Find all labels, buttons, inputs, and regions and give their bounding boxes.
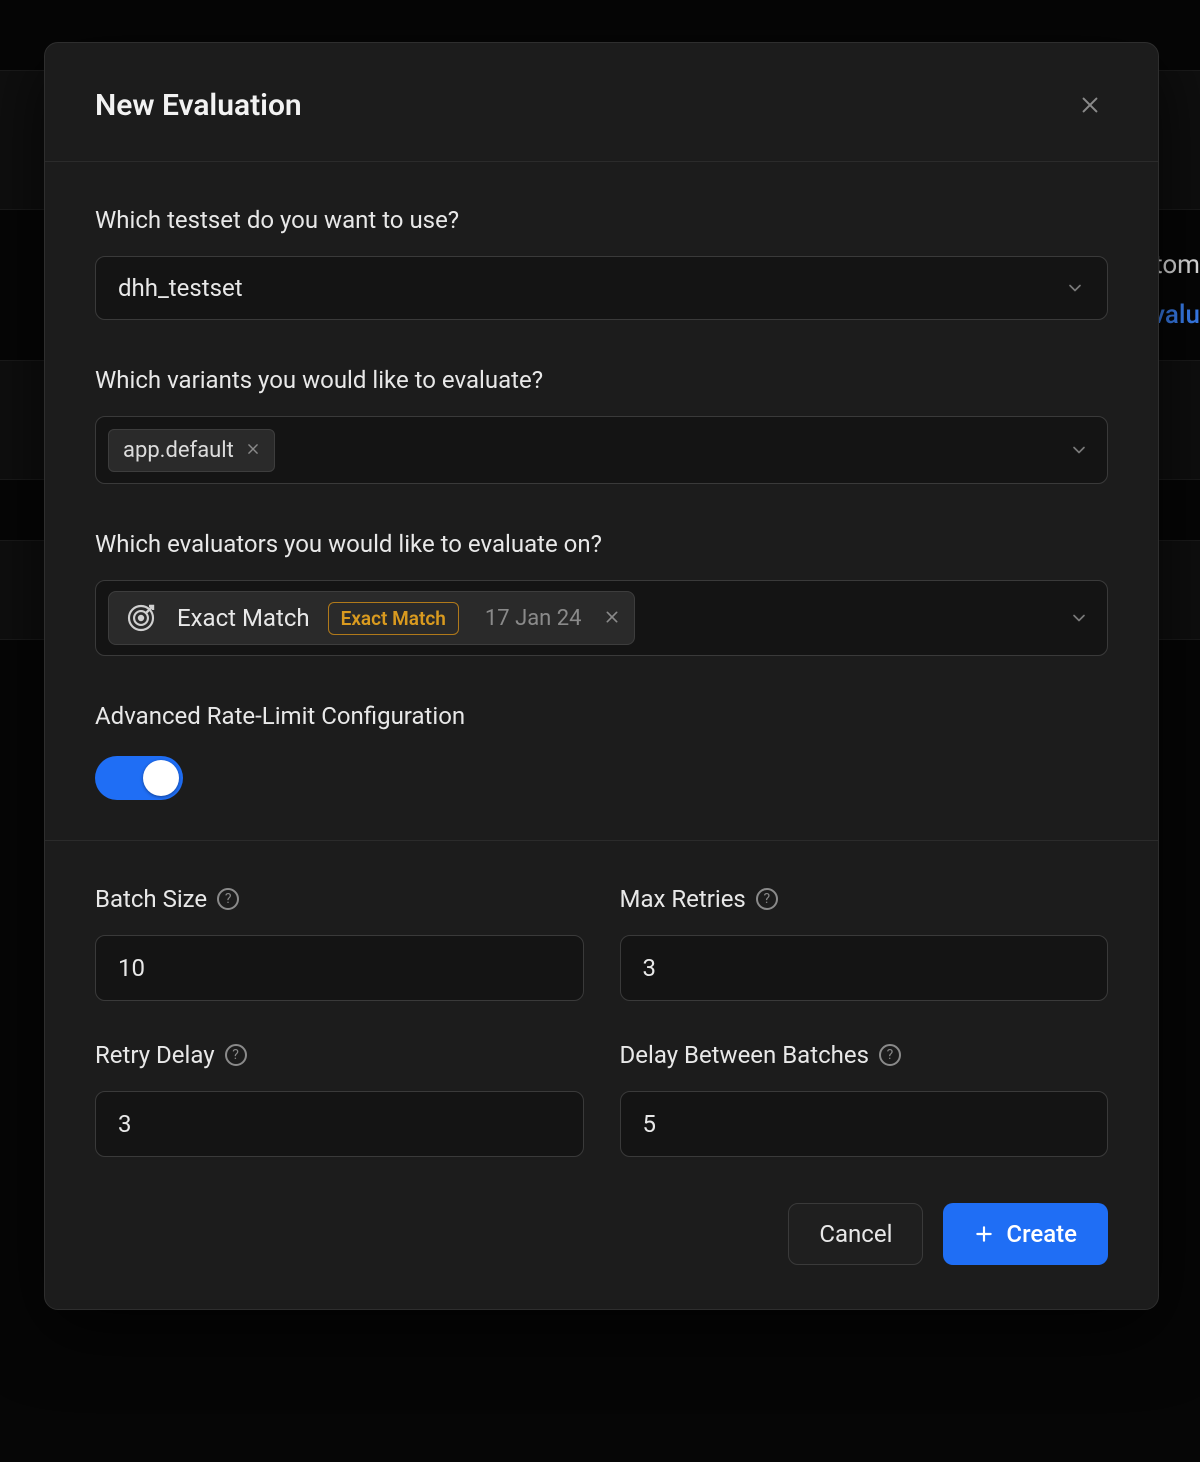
max-retries-input[interactable]	[620, 935, 1109, 1001]
batch-size-label: Batch Size ?	[95, 885, 584, 913]
remove-evaluator-icon[interactable]	[604, 606, 620, 630]
help-icon[interactable]: ?	[225, 1044, 247, 1066]
evaluator-badge: Exact Match	[328, 602, 459, 635]
retry-delay-input[interactable]	[95, 1091, 584, 1157]
evaluators-field: Which evaluators you would like to evalu…	[95, 530, 1108, 656]
testset-value: dhh_testset	[118, 274, 243, 302]
help-icon[interactable]: ?	[879, 1044, 901, 1066]
variants-field: Which variants you would like to evaluat…	[95, 366, 1108, 484]
testset-field: Which testset do you want to use? dhh_te…	[95, 206, 1108, 320]
close-icon	[1079, 94, 1101, 116]
batch-size-label-text: Batch Size	[95, 885, 207, 913]
remove-variant-icon[interactable]	[246, 440, 260, 461]
evaluator-tag: Exact Match Exact Match 17 Jan 24	[108, 591, 635, 645]
modal-footer: Cancel Create	[45, 1157, 1158, 1309]
testset-label: Which testset do you want to use?	[95, 206, 1108, 234]
variants-select[interactable]: app.default	[95, 416, 1108, 484]
max-retries-label-text: Max Retries	[620, 885, 746, 913]
retry-delay-label: Retry Delay ?	[95, 1041, 584, 1069]
evaluator-date: 17 Jan 24	[485, 606, 582, 631]
cancel-button[interactable]: Cancel	[788, 1203, 923, 1265]
rate-limit-section: Advanced Rate-Limit Configuration	[95, 702, 1108, 800]
retry-delay-field: Retry Delay ?	[95, 1041, 584, 1157]
variant-tag-label: app.default	[123, 438, 234, 463]
variant-tag: app.default	[108, 429, 275, 472]
max-retries-field: Max Retries ?	[620, 885, 1109, 1001]
target-icon	[123, 600, 159, 636]
help-icon[interactable]: ?	[217, 888, 239, 910]
modal-header: New Evaluation	[45, 43, 1158, 162]
modal-title: New Evaluation	[95, 88, 302, 123]
delay-between-batches-field: Delay Between Batches ?	[620, 1041, 1109, 1157]
rate-limit-toggle[interactable]	[95, 756, 183, 800]
help-icon[interactable]: ?	[756, 888, 778, 910]
plus-icon	[974, 1224, 994, 1244]
batch-size-field: Batch Size ?	[95, 885, 584, 1001]
variants-label: Which variants you would like to evaluat…	[95, 366, 1108, 394]
evaluators-select[interactable]: Exact Match Exact Match 17 Jan 24	[95, 580, 1108, 656]
testset-select[interactable]: dhh_testset	[95, 256, 1108, 320]
delay-between-batches-input[interactable]	[620, 1091, 1109, 1157]
max-retries-label: Max Retries ?	[620, 885, 1109, 913]
retry-delay-label-text: Retry Delay	[95, 1041, 215, 1069]
rate-limit-label: Advanced Rate-Limit Configuration	[95, 702, 1108, 730]
delay-between-batches-label-text: Delay Between Batches	[620, 1041, 869, 1069]
create-button-label: Create	[1006, 1220, 1077, 1248]
cancel-button-label: Cancel	[819, 1220, 892, 1248]
chevron-down-icon	[1069, 608, 1089, 628]
evaluators-label: Which evaluators you would like to evalu…	[95, 530, 1108, 558]
delay-between-batches-label: Delay Between Batches ?	[620, 1041, 1109, 1069]
batch-size-input[interactable]	[95, 935, 584, 1001]
evaluator-name: Exact Match	[177, 604, 310, 632]
modal-body: Which testset do you want to use? dhh_te…	[45, 162, 1158, 1157]
chevron-down-icon	[1069, 440, 1089, 460]
close-button[interactable]	[1072, 87, 1108, 123]
toggle-knob	[143, 760, 179, 796]
new-evaluation-modal: New Evaluation Which testset do you want…	[44, 42, 1159, 1310]
chevron-down-icon	[1065, 278, 1085, 298]
section-divider	[45, 840, 1158, 841]
rate-limit-config-grid: Batch Size ? Max Retries ? Retry Delay ?	[95, 885, 1108, 1157]
create-button[interactable]: Create	[943, 1203, 1108, 1265]
